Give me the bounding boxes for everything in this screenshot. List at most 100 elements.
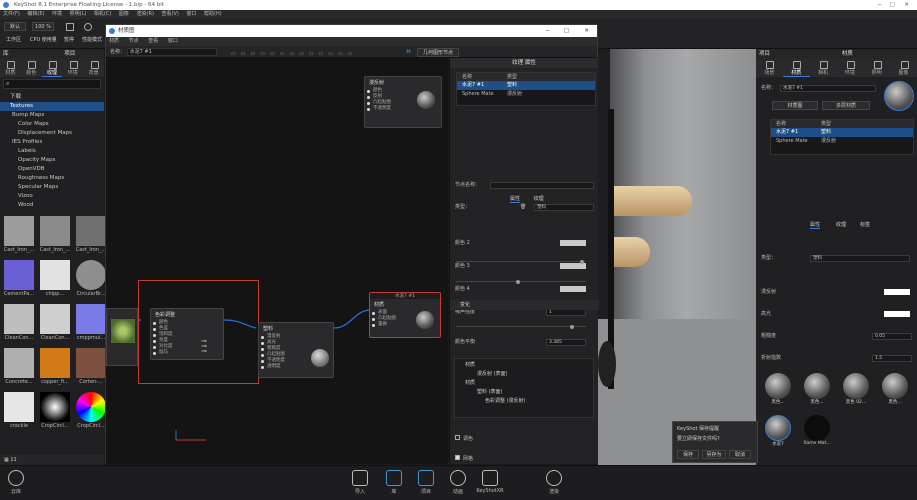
tree-item[interactable]: Roughness Maps (0, 174, 104, 183)
ior-input[interactable]: 1.5 (872, 354, 912, 362)
tree-item[interactable]: Specular Maps (0, 183, 104, 192)
color-3-swatch[interactable] (560, 263, 586, 269)
texture-thumb[interactable]: Cast_Iron_... (2, 216, 36, 258)
import-button[interactable]: 导入 (346, 470, 374, 495)
project-button[interactable]: 项目 (412, 470, 440, 495)
checkbox-checked[interactable] (455, 455, 460, 460)
library-button[interactable]: 库 (380, 470, 408, 495)
tab-textures[interactable]: 纹理 (41, 59, 63, 77)
minimize-icon[interactable]: ─ (878, 0, 881, 10)
pause-icon[interactable] (66, 23, 74, 31)
menu-window[interactable]: 窗口 (186, 11, 196, 17)
material-thumb[interactable]: Xame Mat... (799, 414, 835, 454)
tree-node[interactable]: 材质 (455, 359, 593, 368)
trash-icon[interactable]: 🗑 (520, 202, 526, 212)
workspace-select[interactable]: 默认 (4, 22, 26, 31)
geometry-node-icon[interactable]: ⌘ (406, 46, 411, 58)
texture-thumb[interactable]: CropCircl... (74, 392, 108, 434)
check-row[interactable]: 网格 (450, 454, 599, 464)
variation-section[interactable]: 变化 (450, 300, 599, 310)
tab-properties[interactable]: 属性 (810, 221, 821, 229)
specular-color-swatch[interactable] (884, 311, 910, 317)
toolbar-performance[interactable]: 性能模式 (82, 36, 102, 43)
list-item[interactable]: Sphere Mate 漫反射 (457, 90, 595, 99)
graph-menu-view[interactable]: 查看 (148, 38, 158, 44)
tab-texture[interactable]: 纹理 (534, 196, 544, 202)
menu-file[interactable]: 文件(F) (3, 11, 20, 17)
tree-item[interactable]: Labels (0, 147, 104, 156)
menu-image[interactable]: 图像 (119, 11, 129, 17)
menu-environment[interactable]: 环境 (52, 11, 62, 17)
tab-camera[interactable]: 相机 (810, 59, 837, 77)
render-viewport[interactable] (598, 49, 756, 465)
library-search-input[interactable]: ⌕ (3, 79, 101, 89)
slider-knob[interactable] (570, 324, 574, 329)
tab-backplates[interactable]: 背景 (83, 59, 104, 77)
node-canvas[interactable]: 漫反射 颜色 反射 凸起贴图 不透明度 色彩调整 颜色 色差 饱和度 亮度 对比… (106, 58, 448, 464)
graph-menu-window[interactable]: 窗口 (168, 38, 178, 44)
menu-render[interactable]: 渲染(R) (137, 11, 154, 17)
tree-item[interactable]: Opacity Maps (0, 156, 104, 165)
menu-lighting[interactable]: 照明(L) (70, 11, 87, 17)
grid-view-icon[interactable]: ▦ (4, 457, 9, 463)
tab-colors[interactable]: 颜色 (21, 59, 42, 77)
tab-attributes[interactable]: 属性 (510, 196, 521, 203)
tree-node[interactable]: 色彩调整 (漫反射) (455, 395, 593, 404)
material-name-input[interactable]: 水泥7 #1 (780, 84, 876, 92)
menu-camera[interactable]: 相机(C) (94, 11, 111, 17)
maximize-icon[interactable]: □ (890, 0, 895, 10)
toolbar-workspace[interactable]: 工作区 (6, 36, 21, 43)
texture-thumb[interactable]: CementPa... (2, 260, 36, 302)
texture-thumb[interactable]: Corten-... (74, 348, 108, 390)
save-button[interactable]: 保存 (677, 450, 699, 459)
checkbox[interactable] (455, 435, 460, 440)
texture-thumb[interactable]: Concrete... (2, 348, 36, 390)
material-thumb[interactable]: 黑色 02... (838, 373, 874, 412)
texture-node[interactable] (106, 308, 138, 366)
tree-node[interactable]: 塑料 (表面) (455, 386, 593, 395)
geometry-node-button[interactable]: 几何图形节点 (417, 47, 459, 57)
tree-node[interactable]: 漫反射 (表面) (455, 368, 593, 377)
graph-name-input[interactable]: 水泥7 #1 (126, 47, 217, 56)
tree-item[interactable]: Bump Maps (0, 111, 104, 120)
material-thumb[interactable]: 黑色... (877, 373, 913, 412)
texture-thumb[interactable]: Cast_Iron_... (38, 216, 72, 258)
node-name-input[interactable] (490, 181, 594, 189)
material-thumb[interactable]: 黑色... (760, 373, 796, 412)
texture-thumb[interactable]: crackle (2, 392, 36, 434)
minimize-icon[interactable]: ─ (546, 25, 549, 37)
material-thumb[interactable]: 水泥7 (760, 414, 796, 454)
tab-textures-prop[interactable]: 纹理 (836, 221, 846, 228)
material-graph-button[interactable]: 材质图 (772, 101, 818, 110)
tab-lighting[interactable]: 照明 (863, 59, 890, 77)
texture-thumb[interactable]: CircularBr... (74, 260, 108, 302)
texture-thumb[interactable]: CleanCon... (38, 304, 72, 346)
type-select[interactable]: 塑料 (810, 254, 910, 262)
tab-materials[interactable]: 材质 (0, 59, 21, 77)
color-4-swatch[interactable] (560, 286, 586, 292)
brightness-slider[interactable] (456, 324, 586, 329)
maximize-icon[interactable]: □ (564, 25, 569, 37)
close-icon[interactable]: ✕ (904, 0, 909, 10)
tree-item[interactable]: Color Maps (0, 120, 104, 129)
toolbar-pause[interactable]: 暂停 (64, 36, 74, 43)
menu-edit[interactable]: 编辑(E) (27, 11, 44, 17)
tree-item[interactable]: Wood (0, 201, 104, 210)
tree-node[interactable]: 材质 (455, 377, 593, 386)
color-2-swatch[interactable] (560, 240, 586, 246)
tree-item[interactable]: Displacement Maps (0, 129, 104, 138)
texture-thumb[interactable]: CropCircl... (38, 392, 72, 434)
tree-item-textures[interactable]: Textures (0, 102, 104, 111)
diffuse-color-swatch[interactable] (884, 289, 910, 295)
diffuse-node[interactable]: 漫反射 颜色 反射 凸起贴图 不透明度 (364, 76, 442, 128)
balance-slider[interactable] (456, 279, 586, 284)
keyshotxr-button[interactable]: KeyShotXR (476, 470, 504, 494)
material-output-node[interactable]: 水泥7 #1 材质 表面 凸起贴图 置换 (369, 292, 441, 338)
save-as-button[interactable]: 另存为 (702, 450, 726, 459)
texture-thumb[interactable]: chipp... (38, 260, 72, 302)
performance-icon[interactable] (84, 23, 92, 31)
menu-help[interactable]: 帮助(H) (204, 11, 222, 17)
material-thumb[interactable]: 黑色... (799, 373, 835, 412)
tree-root[interactable]: 下载 (0, 93, 104, 102)
cpu-select[interactable]: 100 % (32, 22, 54, 31)
